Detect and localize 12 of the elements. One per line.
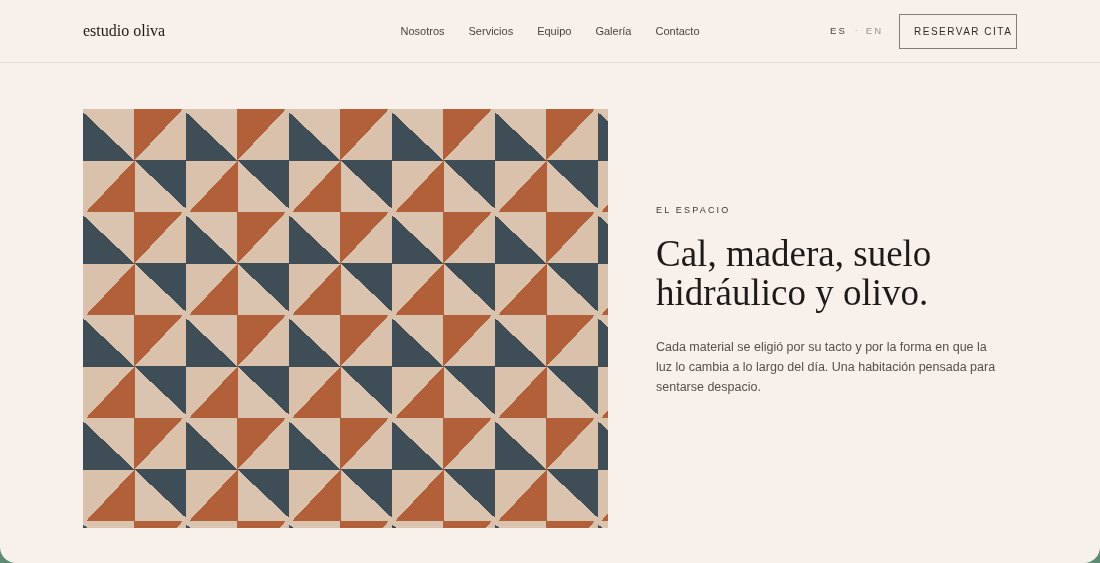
nav-link[interactable]: Galería	[595, 22, 632, 40]
language-link[interactable]: ES	[830, 23, 847, 39]
section-eyebrow: EL ESPACIO	[656, 204, 732, 218]
nav-link[interactable]: Equipo	[537, 22, 572, 40]
logo[interactable]: estudio oliva	[83, 19, 343, 43]
nav-link[interactable]: Nosotros	[400, 22, 445, 40]
nav-link[interactable]: Servicios	[468, 22, 514, 40]
language-separator: ·	[854, 24, 858, 38]
section-description: Cada material se eligió por su tacto y por la forma en que la luz lo cambia a lo largo del día. Una habitación pensada para sentarse despacio.	[656, 338, 997, 396]
section-heading: Cal, madera, suelo hidráulico y olivo.	[656, 233, 933, 313]
book-appointment-button[interactable]: RESERVAR CITA	[899, 13, 1017, 49]
nav-link[interactable]: Contacto	[655, 22, 700, 40]
